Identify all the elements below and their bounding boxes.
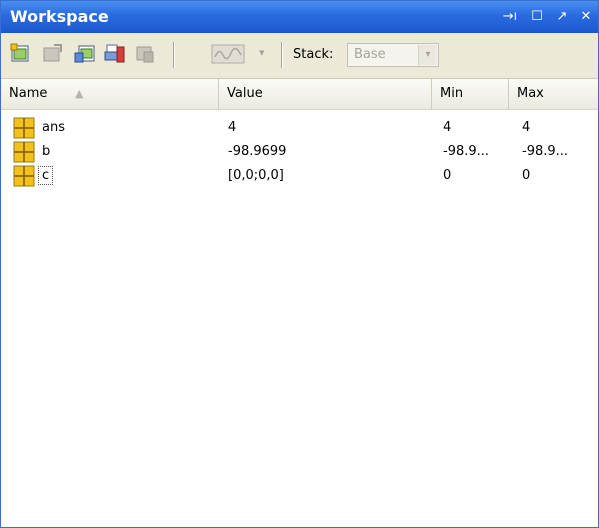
new-variable-icon[interactable] xyxy=(10,43,32,65)
save-workspace-icon[interactable] xyxy=(74,43,96,65)
plot-dropdown-icon[interactable]: ▾ xyxy=(259,46,265,59)
column-header-min[interactable]: Min xyxy=(432,79,509,109)
variable-name: ans xyxy=(42,120,65,135)
variable-name: b xyxy=(42,144,51,159)
plot-selector-icon[interactable] xyxy=(211,43,247,65)
sort-ascending-icon: ▲ xyxy=(75,87,84,100)
variable-min: 4 xyxy=(443,120,452,135)
table-header: Name ▲ Value Min Max xyxy=(1,79,598,110)
stack-label: Stack: xyxy=(293,47,334,62)
matrix-variable-icon xyxy=(13,165,35,187)
dock-icon[interactable]: →ı xyxy=(501,8,519,26)
matrix-variable-icon xyxy=(13,141,35,163)
column-header-value[interactable]: Value xyxy=(219,79,432,109)
toolbar-separator xyxy=(173,42,175,68)
close-icon[interactable]: ✕ xyxy=(577,8,595,26)
print-icon[interactable] xyxy=(104,43,126,65)
stack-select[interactable]: Base ▾ xyxy=(347,43,439,67)
variable-max: 0 xyxy=(522,168,531,183)
variable-value: -98.9699 xyxy=(228,144,287,159)
column-header-name[interactable]: Name ▲ xyxy=(1,79,219,109)
column-header-max[interactable]: Max xyxy=(509,79,597,109)
stack-select-value: Base xyxy=(354,47,386,62)
toolbar: ▾ Stack: Base ▾ xyxy=(1,33,598,79)
table-row[interactable]: ans 4 4 4 xyxy=(1,117,598,139)
maximize-icon[interactable]: ☐ xyxy=(528,8,546,26)
matrix-variable-icon xyxy=(13,117,35,139)
variable-max: -98.9... xyxy=(522,144,569,159)
window-title: Workspace xyxy=(10,7,109,26)
title-bar: Workspace →ı ☐ ↗ ✕ xyxy=(1,1,598,33)
import-data-icon[interactable] xyxy=(42,43,64,65)
undock-icon[interactable]: ↗ xyxy=(553,8,571,26)
variable-value: 4 xyxy=(228,120,237,135)
toolbar-separator xyxy=(281,42,283,68)
variable-name[interactable]: c xyxy=(38,166,54,185)
variable-value: [0,0;0,0] xyxy=(228,168,284,183)
variable-max: 4 xyxy=(522,120,531,135)
workspace-window: Workspace →ı ☐ ↗ ✕ ▾ Stack: Base ▾ Name … xyxy=(0,0,599,528)
delete-icon[interactable] xyxy=(134,43,156,65)
chevron-down-icon[interactable]: ▾ xyxy=(418,45,437,65)
table-row[interactable]: b -98.9699 -98.9... -98.9... xyxy=(1,141,598,163)
variable-min: 0 xyxy=(443,168,452,183)
table-row[interactable]: c [0,0;0,0] 0 0 xyxy=(1,165,598,187)
variable-min: -98.9... xyxy=(443,144,490,159)
